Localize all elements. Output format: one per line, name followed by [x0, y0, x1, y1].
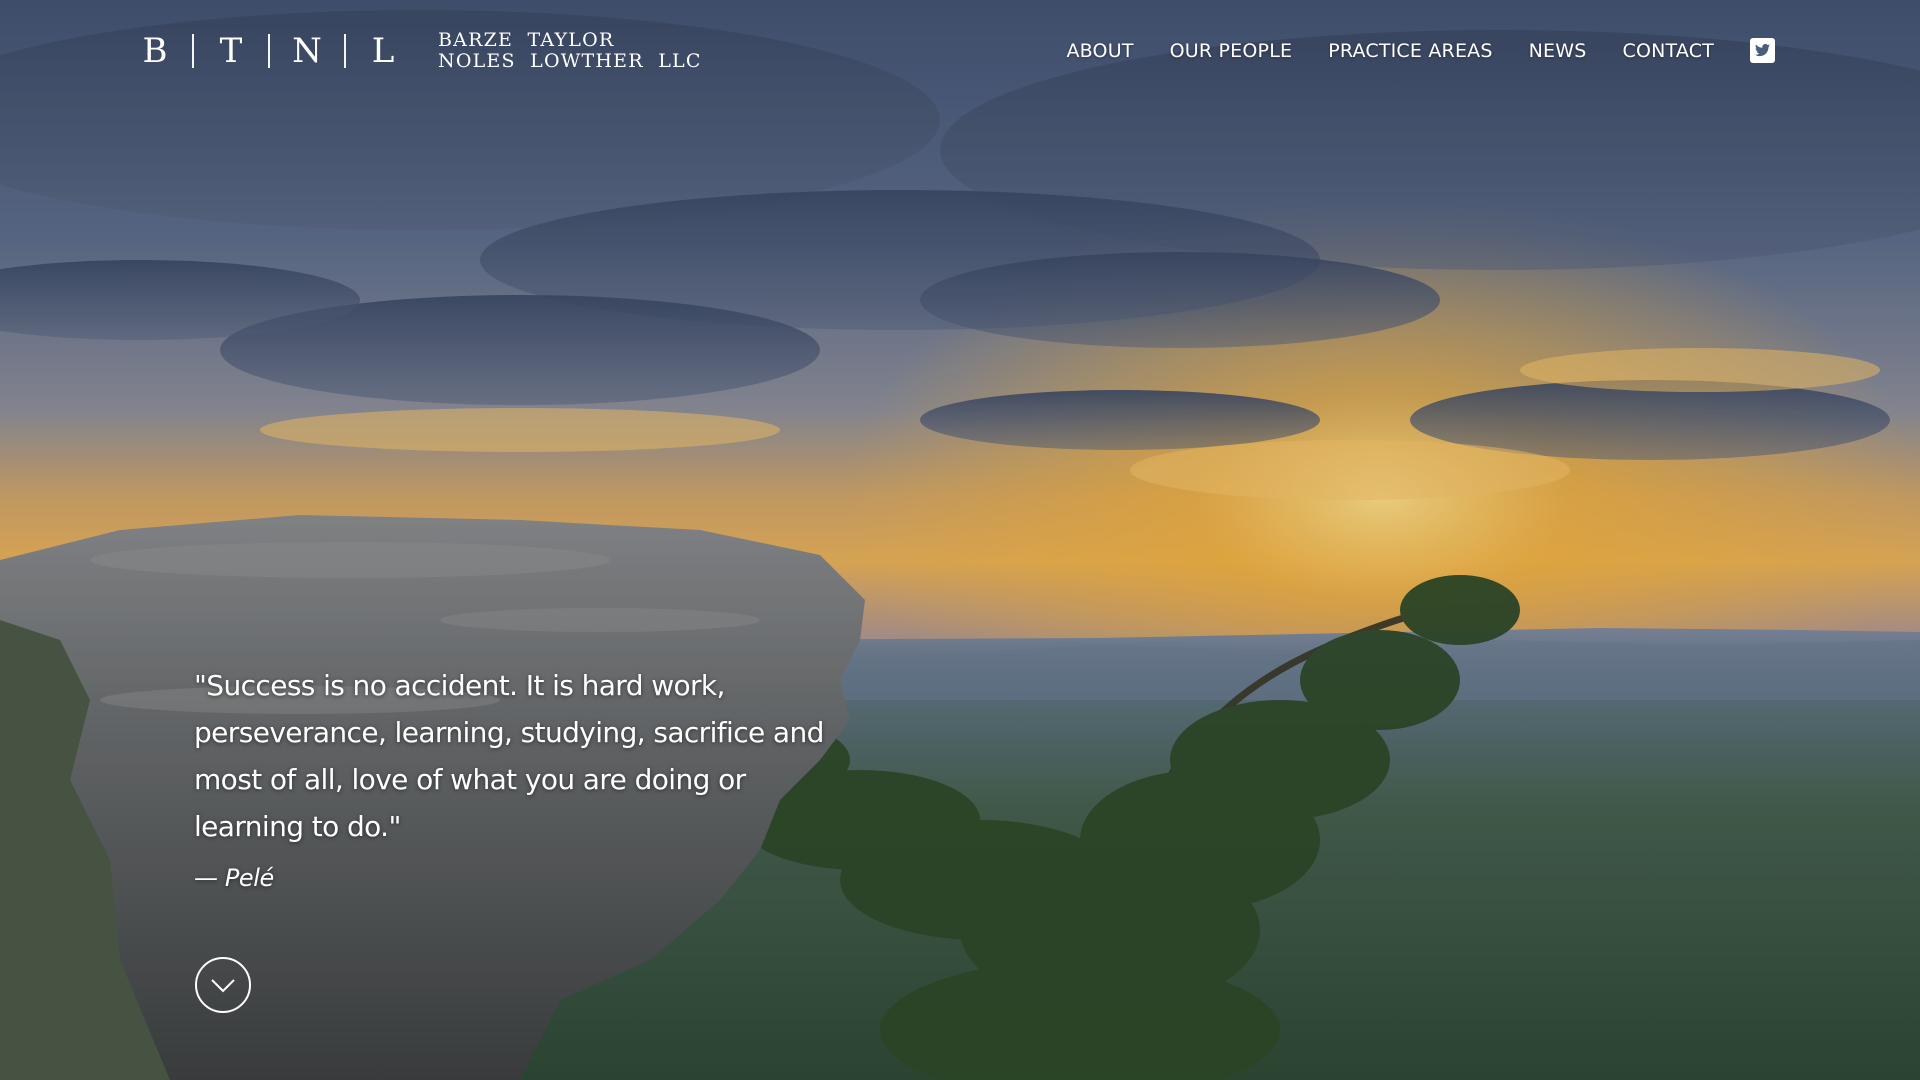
site-logo[interactable]: B T N L BARZE TAYLOR NOLES LOWTHER LLC — [138, 30, 702, 72]
nav-item-contact[interactable]: CONTACT — [1622, 40, 1714, 62]
firm-name-line-1: BARZE TAYLOR — [438, 29, 615, 51]
logo-letter: T — [219, 31, 243, 71]
logo-monogram: B T N L — [138, 31, 400, 71]
main-navigation: ABOUT OUR PEOPLE PRACTICE AREAS NEWS CON… — [1066, 38, 1775, 63]
quote-author: — Pelé — [194, 864, 274, 892]
hero-section: B T N L BARZE TAYLOR NOLES LOWTHER LLC A… — [0, 0, 1920, 1080]
nav-item-about[interactable]: ABOUT — [1066, 40, 1133, 62]
firm-name: BARZE TAYLOR NOLES LOWTHER LLC — [438, 30, 702, 72]
logo-divider — [268, 34, 270, 68]
logo-letter: N — [292, 31, 322, 71]
logo-divider — [192, 34, 194, 68]
chevron-down-icon — [195, 957, 251, 1013]
nav-item-news[interactable]: NEWS — [1529, 40, 1587, 62]
logo-divider — [344, 34, 346, 68]
scroll-down-button[interactable] — [194, 956, 252, 1014]
nav-item-our-people[interactable]: OUR PEOPLE — [1170, 40, 1293, 62]
hero-quote: "Success is no accident. It is hard work… — [194, 662, 834, 892]
nav-item-practice-areas[interactable]: PRACTICE AREAS — [1328, 40, 1492, 62]
twitter-icon[interactable] — [1750, 38, 1775, 63]
logo-letter: B — [142, 31, 168, 71]
site-header: B T N L BARZE TAYLOR NOLES LOWTHER LLC A… — [0, 0, 1920, 110]
quote-text: "Success is no accident. It is hard work… — [194, 669, 824, 843]
firm-name-line-2: NOLES LOWTHER LLC — [438, 50, 702, 72]
logo-letter: L — [371, 31, 395, 71]
hero-background-image — [0, 0, 1920, 1080]
